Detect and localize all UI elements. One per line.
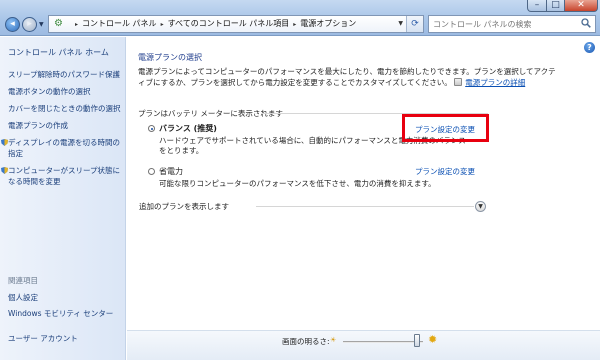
close-icon: ✕: [577, 0, 585, 10]
breadcrumb-power-options[interactable]: 電源オプション: [300, 19, 356, 28]
address-chevron-down-icon[interactable]: ▼: [398, 16, 403, 32]
show-additional-plans[interactable]: 追加のプランを表示します: [139, 201, 229, 212]
recent-pages-chevron-down-icon[interactable]: ▼: [39, 21, 44, 28]
mobility-center-link[interactable]: Windows モビリティ センター: [8, 308, 124, 319]
brightness-bar: [127, 330, 600, 360]
breadcrumb-separator: ▸: [293, 21, 297, 28]
plan-balanced-radio[interactable]: [148, 125, 155, 132]
personalization-link[interactable]: 個人設定: [8, 292, 124, 303]
show-more-divider: [256, 206, 474, 207]
search-box[interactable]: [428, 15, 596, 33]
display-off-time-link[interactable]: ディスプレイの電源を切る時間の指定: [1, 137, 122, 159]
left-pane: コントロール パネル ホーム スリープ解除時のパスワード保護 電源ボタンの動作の…: [0, 37, 126, 360]
brightness-slider-track[interactable]: [343, 341, 423, 343]
sleep-time-label: コンピューターがスリープ状態になる時間を変更: [8, 166, 121, 186]
power-plan-details-link[interactable]: 電源プランの詳細: [465, 78, 525, 87]
plan-power-saver-name[interactable]: 省電力: [159, 166, 183, 177]
back-arrow-icon[interactable]: ◂: [5, 17, 20, 32]
search-icon[interactable]: [581, 18, 591, 28]
close-button[interactable]: ✕: [564, 0, 598, 12]
maximize-icon: □: [551, 0, 560, 10]
maximize-button[interactable]: □: [546, 0, 565, 12]
wake-password-link[interactable]: スリープ解除時のパスワード保護: [8, 69, 122, 80]
page-title: 電源プランの選択: [138, 53, 202, 62]
plan-power-saver-radio[interactable]: [148, 168, 155, 175]
shield-icon: [1, 139, 8, 146]
breadcrumb: ▸ コントロール パネル ▸ すべてのコントロール パネル項目 ▸ 電源オプション: [71, 16, 356, 32]
forward-arrow-icon[interactable]: ▸: [22, 17, 37, 32]
control-panel-home-link[interactable]: コントロール パネル ホーム: [8, 47, 109, 58]
shield-icon: [1, 167, 8, 174]
breadcrumb-control-panel[interactable]: コントロール パネル: [82, 19, 157, 28]
search-input[interactable]: [433, 17, 573, 31]
task-links: スリープ解除時のパスワード保護 電源ボタンの動作の選択 カバーを閉じたときの動作…: [1, 69, 122, 193]
highlight-box: [402, 114, 489, 142]
help-icon[interactable]: ?: [584, 42, 595, 53]
breadcrumb-all-items[interactable]: すべてのコントロール パネル項目: [168, 19, 290, 28]
create-power-plan-link[interactable]: 電源プランの作成: [8, 120, 122, 131]
user-accounts-link[interactable]: ユーザー アカウント: [8, 333, 124, 344]
minimize-icon: –: [534, 0, 540, 10]
minimize-button[interactable]: –: [527, 0, 547, 12]
plan-balanced-name[interactable]: バランス (推奨): [159, 123, 217, 134]
control-panel-icon: ⚙: [54, 18, 63, 29]
brightness-label: 画面の明るさ:: [282, 337, 330, 346]
refresh-icon[interactable]: ⟳: [406, 16, 423, 32]
breadcrumb-separator: ▸: [160, 21, 164, 28]
info-icon: [454, 78, 463, 86]
expand-chevron-down-icon[interactable]: ▼: [475, 201, 486, 212]
plan-power-saver-change-link[interactable]: プラン設定の変更: [415, 166, 475, 177]
lid-close-action-link[interactable]: カバーを閉じたときの動作の選択: [8, 103, 122, 114]
plan-power-saver-description: 可能な限りコンピューターのパフォーマンスを低下させ、電力の消費を抑えます。: [159, 179, 436, 188]
related-heading: 関連項目: [8, 276, 38, 285]
page-description: 電源プランによってコンピューターのパフォーマンスを最大にしたり、電力を節約したり…: [138, 66, 558, 88]
sun-dim-icon: ☀: [330, 336, 337, 344]
title-bar: – □ ✕ ◂ ▸ ▼ ⚙ ▸ コントロール パネル ▸ すべてのコントロール パネル…: [0, 0, 600, 36]
sleep-time-link[interactable]: コンピューターがスリープ状態になる時間を変更: [1, 165, 122, 187]
brightness-slider-thumb[interactable]: [413, 334, 420, 347]
address-bar[interactable]: ⚙ ▸ コントロール パネル ▸ すべてのコントロール パネル項目 ▸ 電源オプション ▼…: [48, 15, 424, 33]
sun-bright-icon: ✹: [428, 333, 438, 346]
breadcrumb-separator: ▸: [75, 21, 79, 28]
power-button-action-link[interactable]: 電源ボタンの動作の選択: [8, 86, 122, 97]
display-off-time-label: ディスプレイの電源を切る時間の指定: [8, 138, 120, 158]
